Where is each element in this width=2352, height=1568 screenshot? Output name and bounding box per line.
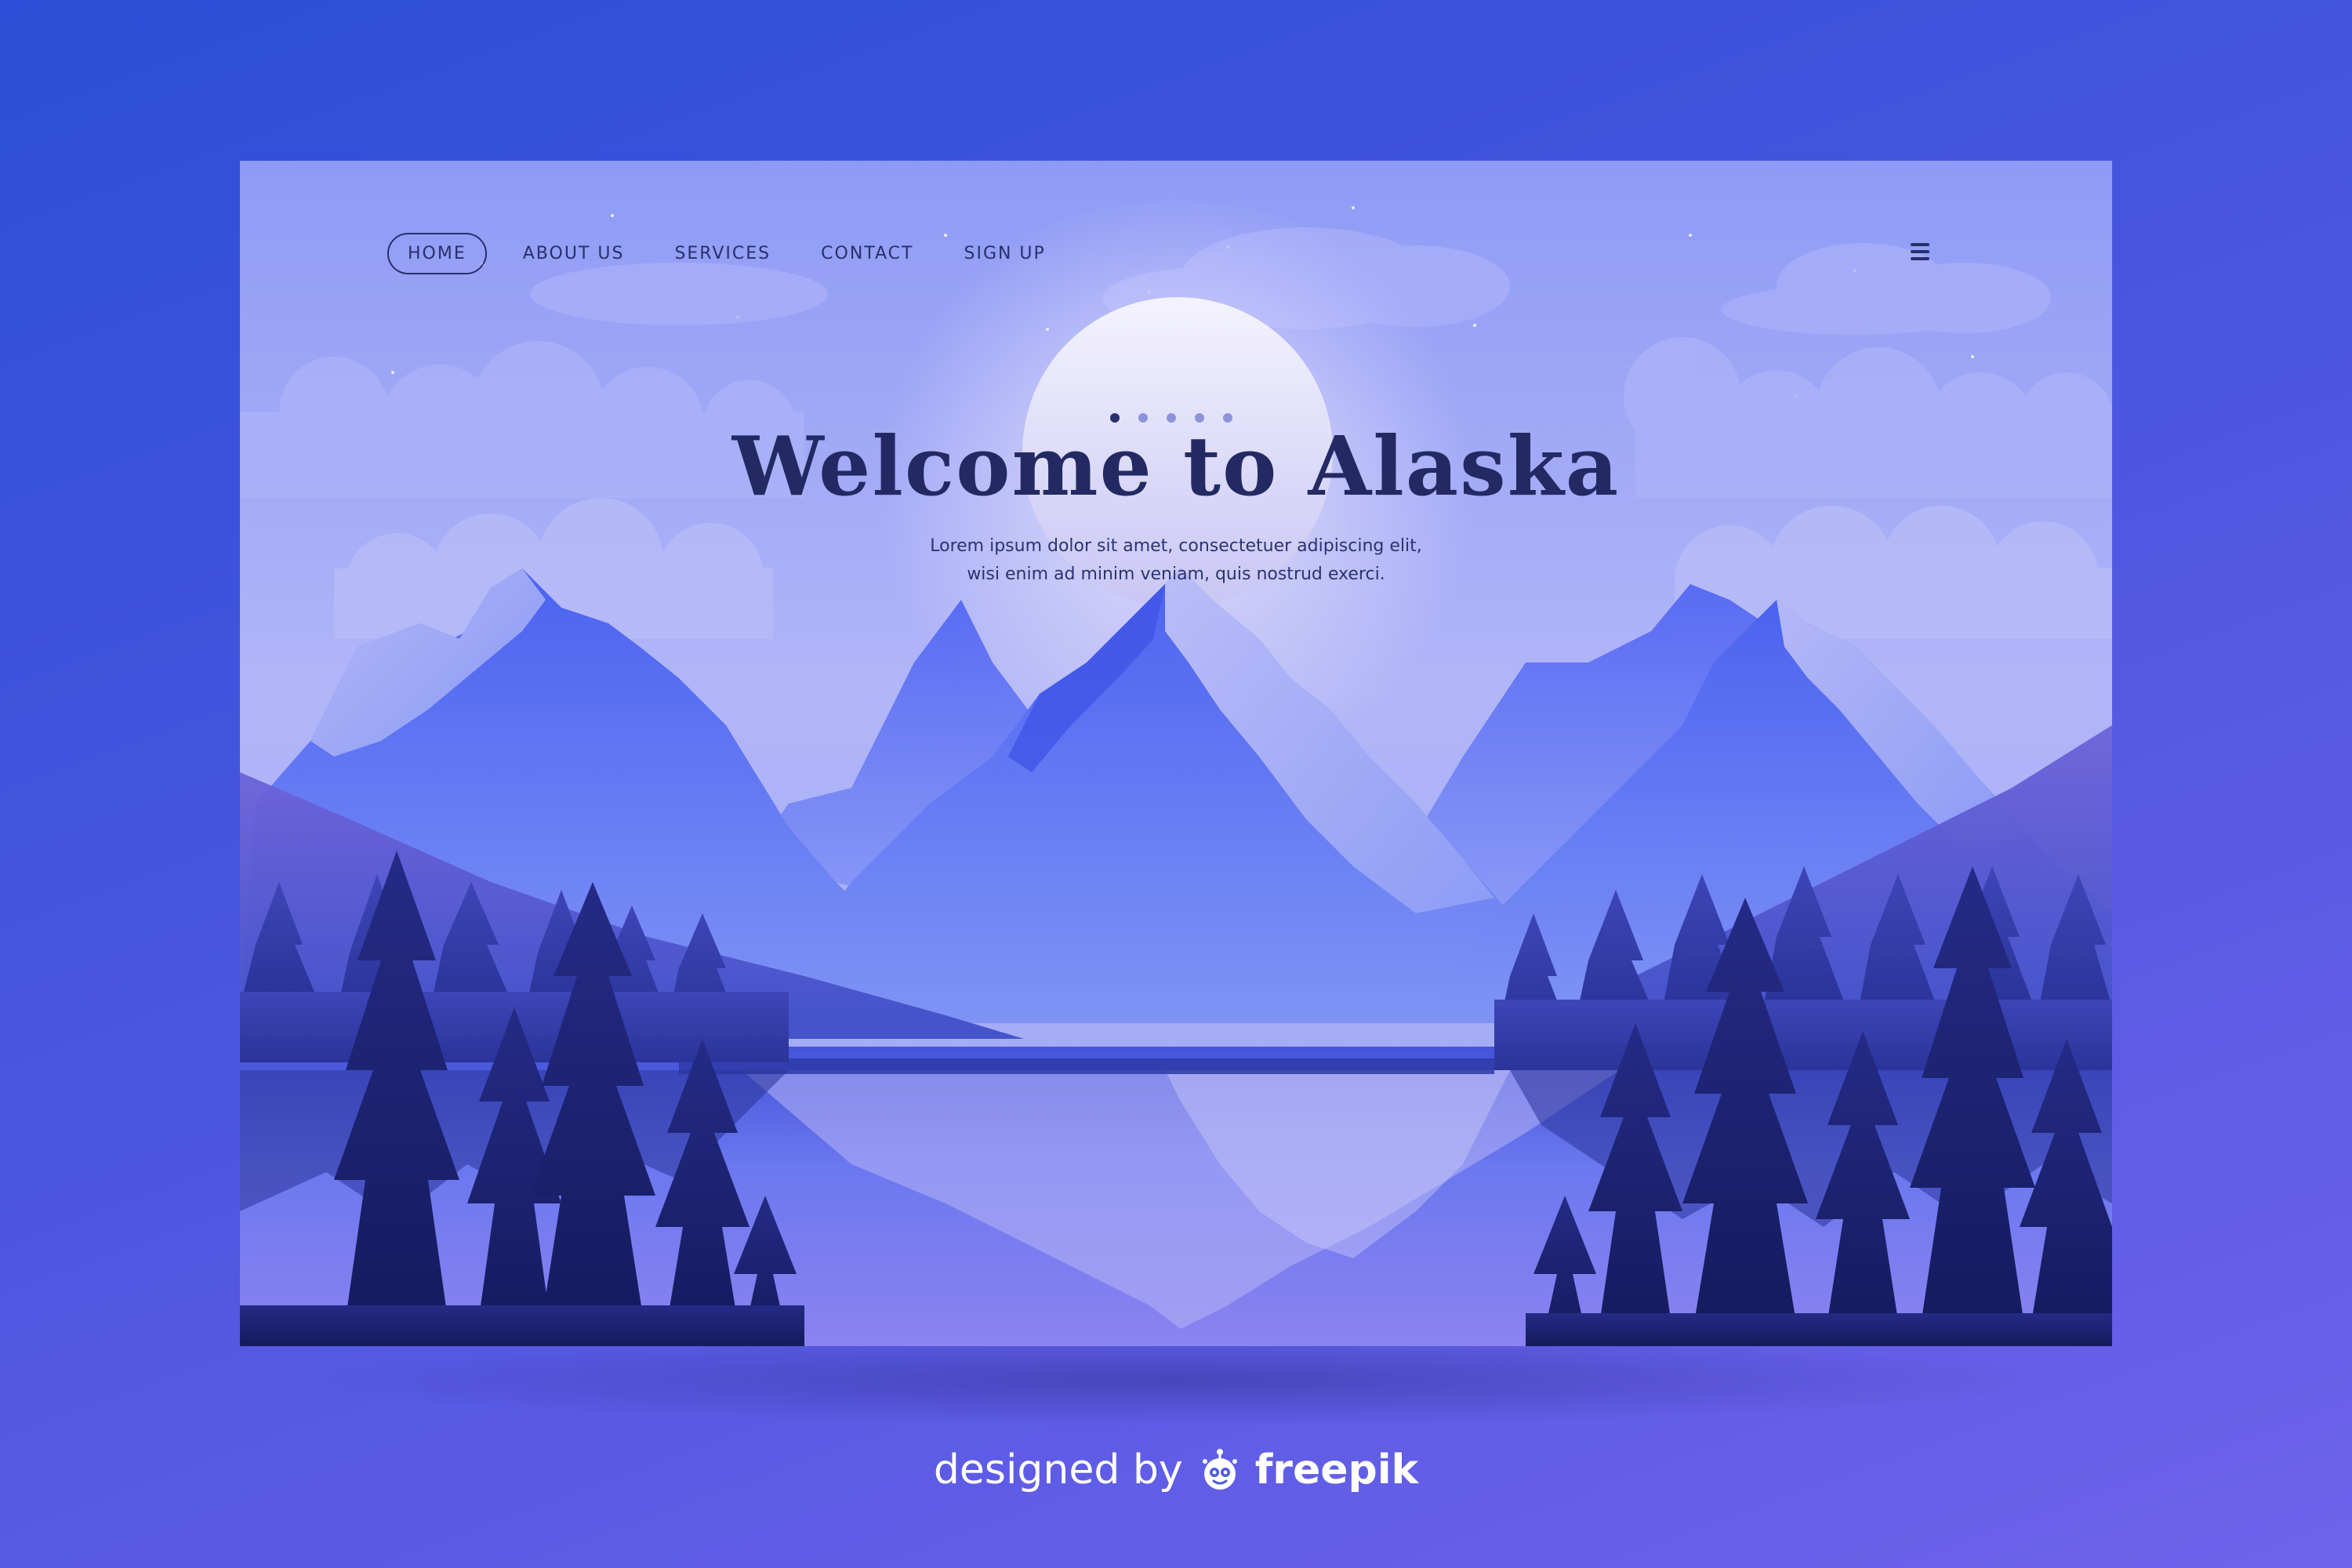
- hero-subtitle-line-2: wisi enim ad minim veniam, quis nostrud …: [967, 564, 1385, 584]
- landing-page-frame: HOME ABOUT US SERVICES CONTACT SIGN UP W…: [240, 161, 2112, 1346]
- menu-icon-line: [1911, 250, 1929, 253]
- credit-prefix: designed by: [933, 1446, 1183, 1494]
- hamburger-menu-icon[interactable]: [1908, 239, 1932, 266]
- hero-subtitle-line-1: Lorem ipsum dolor sit amet, consectetuer…: [930, 536, 1422, 556]
- hero-title: Welcome to Alaska: [731, 418, 1621, 514]
- nav-contact[interactable]: CONTACT: [821, 244, 913, 263]
- nav-home[interactable]: HOME: [387, 232, 487, 274]
- frame-shadow: [282, 1333, 2070, 1427]
- designer-credit: designed by freepik: [0, 1446, 2352, 1494]
- nav-services[interactable]: SERVICES: [674, 244, 771, 263]
- freepik-logo-icon: [1202, 1449, 1237, 1490]
- nav-about-us[interactable]: ABOUT US: [523, 244, 625, 263]
- alaska-landscape-illustration: [240, 161, 2112, 1346]
- menu-icon-line: [1911, 243, 1929, 246]
- nav-sign-up[interactable]: SIGN UP: [964, 244, 1045, 263]
- top-navigation: HOME ABOUT US SERVICES CONTACT SIGN UP: [387, 231, 1096, 275]
- credit-brand[interactable]: freepik: [1255, 1446, 1418, 1494]
- hero-subtitle: Lorem ipsum dolor sit amet, consectetuer…: [240, 532, 2112, 589]
- menu-icon-line: [1911, 257, 1929, 260]
